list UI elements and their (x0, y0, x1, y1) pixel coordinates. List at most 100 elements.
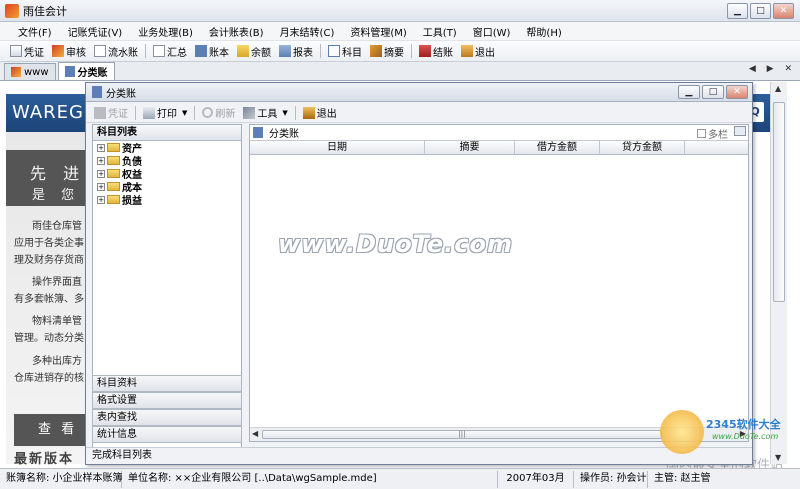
ledger-tools-button[interactable]: 工具 ▼ (239, 105, 291, 120)
site-paragraph: 应用于各类企事 (14, 238, 84, 249)
ledger-columns: 日期 摘要 借方金额 贷方金额 (250, 140, 748, 155)
site-paragraph: 操作界面直 (32, 277, 82, 288)
zoom-icon[interactable] (734, 126, 746, 136)
report-button[interactable]: 报表 (275, 44, 317, 59)
folder-icon (107, 169, 120, 178)
accordion-format-settings[interactable]: 格式设置 (92, 392, 242, 409)
column-debit[interactable]: 借方金额 (515, 141, 600, 155)
chevron-down-icon: ▼ (282, 108, 288, 117)
expand-icon[interactable]: + (97, 182, 105, 191)
menu-ledgers[interactable]: 会计账表(B) (201, 24, 272, 39)
expand-icon[interactable]: + (97, 143, 105, 152)
toolbar-separator (411, 44, 412, 58)
ledger-close-button[interactable]: ✕ (726, 85, 748, 99)
scroll-thumb[interactable]: ||| (262, 430, 662, 439)
menu-window[interactable]: 窗口(W) (465, 24, 519, 39)
brand-logo-icon (660, 410, 704, 454)
ledger-voucher-button[interactable]: 凭证 (90, 105, 132, 120)
tree-node-profit-loss[interactable]: + 损益 (93, 193, 241, 207)
status-company-name: 单位名称: ××企业有限公司 [..\Data\wgSample.mde] (122, 470, 498, 488)
tree-node-cost[interactable]: + 成本 (93, 180, 241, 194)
scroll-left-icon[interactable]: ◀ (252, 429, 258, 438)
toolbar-separator (320, 44, 321, 58)
exit-button[interactable]: 退出 (457, 44, 499, 59)
accordion-table-search[interactable]: 表内查找 (92, 409, 242, 426)
balance-button[interactable]: 余额 (233, 44, 275, 59)
ledger-window-titlebar[interactable]: 分类账 ▁ □ ✕ (86, 83, 752, 102)
site-paragraph: 物料清单管 (32, 316, 82, 327)
accordion-account-data[interactable]: 科目资料 (92, 375, 242, 392)
ledger-toolbar: 凭证 打印 ▼ 刷新 工具 ▼ 退出 (86, 103, 752, 123)
ledger-refresh-button[interactable]: 刷新 (198, 105, 239, 120)
column-credit[interactable]: 贷方金额 (600, 141, 685, 155)
page-scrollbar[interactable]: ▲ ▼ (770, 82, 787, 464)
minimize-button[interactable]: ▁ (727, 3, 748, 19)
duote-watermark: www.DuoTe.com (278, 230, 513, 258)
voucher-button[interactable]: 凭证 (6, 44, 48, 59)
account-button[interactable]: 科目 (324, 44, 366, 59)
brand-name: 2345软件大全 (706, 418, 781, 431)
column-summary[interactable]: 摘要 (425, 141, 515, 155)
app-titlebar: 雨佳会计 ▁ □ ✕ (0, 0, 800, 22)
menu-month-end[interactable]: 月末结转(C) (272, 24, 343, 39)
scroll-down-icon[interactable]: ▼ (775, 453, 781, 462)
menu-business[interactable]: 业务处理(B) (130, 24, 201, 39)
brand-watermark: 2345软件大全 www.DuoTe.com (660, 410, 800, 454)
menu-tools[interactable]: 工具(T) (415, 24, 465, 39)
toolbar-separator (145, 44, 146, 58)
app-status-bar: 账簿名称: 小企业样本账簿 单位名称: ××企业有限公司 [..\Data\wg… (0, 468, 800, 489)
menu-help[interactable]: 帮助(H) (518, 24, 569, 39)
tree-node-liabilities[interactable]: + 负债 (93, 154, 241, 168)
summary-button[interactable]: 汇总 (149, 44, 191, 59)
close-books-icon (419, 45, 431, 57)
toolbar-separator (135, 105, 136, 120)
print-icon (143, 106, 155, 119)
checkbox-box[interactable] (697, 129, 706, 138)
ledger-icon (195, 45, 207, 57)
app-logo-icon (5, 3, 19, 18)
folder-icon (107, 156, 120, 165)
tree-node-equity[interactable]: + 权益 (93, 167, 241, 181)
voucher-icon (10, 45, 22, 57)
folder-icon (107, 143, 120, 152)
multi-column-checkbox[interactable]: 多栏 (697, 126, 728, 141)
menu-voucher[interactable]: 记账凭证(V) (60, 24, 131, 39)
scroll-thumb[interactable] (773, 102, 785, 302)
summary-icon (153, 45, 165, 57)
abstract-button[interactable]: 摘要 (366, 44, 408, 59)
site-paragraph: 管理。动态分类 (14, 333, 84, 344)
ledger-minimize-button[interactable]: ▁ (678, 85, 700, 99)
journal-icon (94, 45, 106, 57)
ledger-button[interactable]: 账本 (191, 44, 233, 59)
expand-icon[interactable]: + (97, 195, 105, 204)
journal-button[interactable]: 流水账 (90, 44, 142, 59)
site-paragraph: 有多套帐簿、多 (14, 294, 84, 305)
exit-icon (302, 106, 315, 119)
tab-navigation[interactable]: ◀ ▶ ✕ (749, 64, 796, 74)
audit-button[interactable]: 审核 (48, 44, 90, 59)
toolbar-separator (194, 105, 196, 120)
view-details-button[interactable]: 查 看 详 (14, 414, 90, 469)
ledger-exit-button[interactable]: 退出 (299, 105, 341, 120)
status-operator: 操作员: 孙会计 (574, 470, 648, 488)
ledger-maximize-button[interactable]: □ (702, 85, 724, 99)
audit-icon (52, 45, 64, 57)
ledger-grid-header: 分类账 (250, 125, 748, 140)
maximize-button[interactable]: □ (750, 3, 771, 19)
close-books-button[interactable]: 结账 (415, 44, 457, 59)
close-button[interactable]: ✕ (773, 3, 794, 19)
accordion-statistics[interactable]: 统计信息 (92, 426, 242, 443)
expand-icon[interactable]: + (97, 169, 105, 178)
document-tabs: www 分类账 ◀ ▶ ✕ (0, 62, 800, 81)
tab-www[interactable]: www (4, 63, 56, 80)
menu-data[interactable]: 资料管理(M) (342, 24, 414, 39)
tab-ledger[interactable]: 分类账 (57, 62, 115, 80)
column-date[interactable]: 日期 (250, 141, 425, 155)
scroll-up-icon[interactable]: ▲ (775, 84, 781, 93)
account-tree-header: 科目列表 (93, 125, 241, 141)
menu-file[interactable]: 文件(F) (10, 24, 60, 39)
expand-icon[interactable]: + (97, 156, 105, 165)
site-paragraph: 多种出库方 (32, 356, 82, 367)
ledger-print-button[interactable]: 打印 ▼ (139, 105, 191, 120)
tree-node-assets[interactable]: + 资产 (93, 141, 241, 155)
